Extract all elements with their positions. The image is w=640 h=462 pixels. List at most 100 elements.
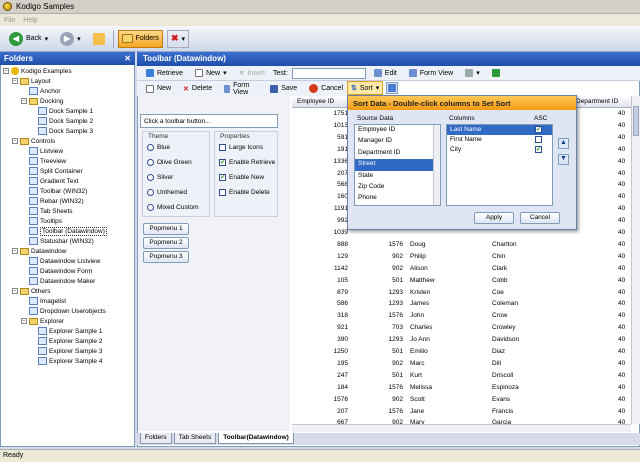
checkbox[interactable]: ✔: [219, 174, 226, 181]
tree-item[interactable]: Listview: [1, 146, 134, 156]
tree-item[interactable]: Tab Sheets: [1, 206, 134, 216]
property-option[interactable]: Enable Delete: [219, 189, 270, 196]
table-row[interactable]: 921 703 Charles Crowley 40: [292, 322, 632, 334]
tree-item[interactable]: − Others: [1, 286, 134, 296]
close-view-button[interactable]: ✖ ▾: [166, 29, 189, 48]
horizontal-scrollbar[interactable]: [292, 424, 631, 432]
tab-tab-sheets[interactable]: Tab Sheets: [173, 433, 217, 444]
expand-toggle-icon[interactable]: −: [21, 98, 27, 104]
back-button[interactable]: ◀ Back ▾: [5, 30, 52, 48]
tree-item[interactable]: − Controls: [1, 136, 134, 146]
expand-toggle-icon[interactable]: −: [12, 288, 18, 294]
tree-item[interactable]: Datawindow Listview: [1, 256, 134, 266]
cancel-sort-button[interactable]: Cancel: [520, 212, 560, 224]
table-row[interactable]: 318 1576 John Crow 40: [292, 310, 632, 322]
tree-item[interactable]: Explorer Sample 3: [1, 346, 134, 356]
popmenu-button[interactable]: Popmenu 3: [143, 251, 189, 263]
tree-item[interactable]: Statusbar (WIN32): [1, 236, 134, 246]
checkbox[interactable]: ✔: [219, 159, 226, 166]
radio-button[interactable]: [147, 159, 154, 166]
source-field-item[interactable]: Department ID: [355, 148, 440, 159]
table-row[interactable]: 1576 902 Scott Evans 40: [292, 394, 632, 406]
property-option[interactable]: Large Icons: [219, 144, 263, 151]
tree-item[interactable]: Explorer Sample 1: [1, 326, 134, 336]
tree-item[interactable]: Rebar (WIN32): [1, 196, 134, 206]
table-row[interactable]: 879 1293 Kristen Coe 40: [292, 287, 632, 299]
tree-item[interactable]: Datawindow Form: [1, 266, 134, 276]
list-scrollbar[interactable]: [433, 125, 440, 205]
radio-button[interactable]: [147, 174, 154, 181]
apply-button[interactable]: Apply: [474, 212, 514, 224]
radio-button[interactable]: [147, 204, 154, 211]
source-data-list[interactable]: Employee ID Manager ID Department ID Street…: [354, 124, 441, 206]
source-field-item[interactable]: Employee ID: [355, 125, 440, 136]
expand-toggle-icon[interactable]: −: [12, 78, 18, 84]
tree-item[interactable]: Tooltips: [1, 216, 134, 226]
property-option[interactable]: ✔ Enable Retrieve: [219, 159, 275, 166]
table-row[interactable]: 1142 902 Alison Clark 40: [292, 263, 632, 275]
table-row[interactable]: 129 902 Philip Chin 40: [292, 251, 632, 263]
sort-column-item[interactable]: First Name: [447, 135, 552, 145]
folders-toggle-button[interactable]: Folders: [117, 29, 163, 48]
source-field-item[interactable]: Phone: [355, 193, 440, 204]
col-employee-id[interactable]: Employee ID: [297, 98, 334, 105]
move-down-button[interactable]: ▼: [558, 154, 569, 165]
tree-item[interactable]: Explorer Sample 4: [1, 356, 134, 366]
property-option[interactable]: ✔ Enable New: [219, 174, 264, 181]
form-view2-button[interactable]: Form View: [220, 80, 262, 98]
filter-button[interactable]: [386, 82, 398, 94]
checkbox[interactable]: [219, 189, 226, 196]
expand-toggle-icon[interactable]: −: [12, 248, 18, 254]
sort-column-item[interactable]: Last Name ✔: [447, 125, 552, 135]
vertical-scrollbar[interactable]: [631, 96, 640, 424]
move-up-button[interactable]: ▲: [558, 138, 569, 149]
popmenu-button[interactable]: Popmenu 2: [143, 237, 189, 249]
tree-item[interactable]: Imagelist: [1, 296, 134, 306]
sort-column-item[interactable]: City ✔: [447, 145, 552, 155]
tab-toolbar-datawindow[interactable]: Toolbar(Datawindow): [218, 433, 294, 444]
new2-button[interactable]: New: [142, 80, 175, 98]
tree-item[interactable]: − Docking: [1, 96, 134, 106]
tree-item[interactable]: Treeview: [1, 156, 134, 166]
source-field-item[interactable]: State: [355, 171, 440, 182]
table-row[interactable]: 184 1576 Melissa Espinoza 40: [292, 382, 632, 394]
tree-item[interactable]: − Datawindow: [1, 246, 134, 256]
asc-checkbox[interactable]: ✔: [535, 126, 542, 133]
tree-item[interactable]: Dropdown Userobjects: [1, 306, 134, 316]
edit-button[interactable]: Edit: [370, 64, 401, 82]
expand-toggle-icon[interactable]: −: [12, 138, 18, 144]
source-field-item[interactable]: Zip Code: [355, 182, 440, 193]
theme-option[interactable]: Olive Green: [147, 159, 192, 166]
scroll-thumb[interactable]: [633, 106, 639, 136]
asc-checkbox[interactable]: ✔: [535, 146, 542, 153]
table-row[interactable]: 586 1293 James Coleman 40: [292, 298, 632, 310]
tree-item[interactable]: Dock Sample 2: [1, 116, 134, 126]
checkbox[interactable]: [219, 144, 226, 151]
tree-item[interactable]: Anchor: [1, 86, 134, 96]
popmenu-button[interactable]: Popmenu 1: [143, 223, 189, 235]
refresh-button[interactable]: [488, 64, 504, 82]
tree-item[interactable]: Toolbar (Datawindow): [1, 226, 134, 236]
menu-help[interactable]: Help: [23, 17, 37, 24]
cancel-button[interactable]: Cancel: [305, 80, 347, 98]
test-dropdown[interactable]: [291, 67, 366, 79]
theme-option[interactable]: Mixed Custom: [147, 204, 199, 211]
table-row[interactable]: 195 902 Marc Dill 40: [292, 358, 632, 370]
expand-toggle-icon[interactable]: −: [21, 318, 27, 324]
menu-file[interactable]: File: [4, 17, 15, 24]
sort-button[interactable]: ⇅ Sort ▾: [347, 81, 384, 95]
tree-item[interactable]: − Layout: [1, 76, 134, 86]
expand-toggle-icon[interactable]: −: [3, 68, 9, 74]
tree-item[interactable]: Dock Sample 3: [1, 126, 134, 136]
table-row[interactable]: 207 1576 Jane Francis 40: [292, 406, 632, 418]
source-field-item[interactable]: Manager ID: [355, 136, 440, 147]
radio-button[interactable]: [147, 189, 154, 196]
asc-checkbox[interactable]: [535, 136, 542, 143]
radio-button[interactable]: [147, 144, 154, 151]
tree-item[interactable]: Toolbar (WIN32): [1, 186, 134, 196]
forward-button[interactable]: ▶ ▾: [56, 30, 85, 48]
source-field-item[interactable]: Street: [355, 159, 440, 171]
tree-item[interactable]: Datawindow Maker: [1, 276, 134, 286]
tree-item[interactable]: − Kodigo Examples: [1, 66, 134, 76]
tab-folders[interactable]: Folders: [140, 433, 172, 444]
